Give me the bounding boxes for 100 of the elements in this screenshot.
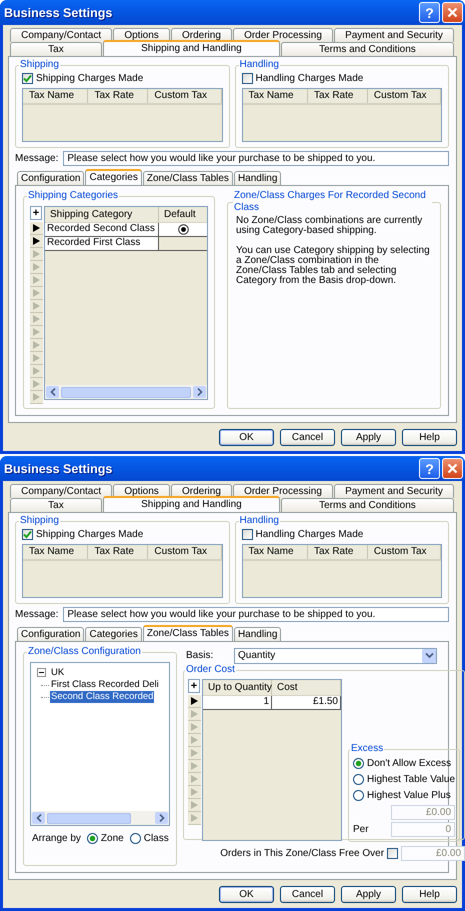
dialog-button[interactable]: Apply bbox=[341, 429, 396, 446]
message-label: Message: bbox=[15, 608, 58, 622]
tab[interactable]: Payment and Security bbox=[334, 28, 454, 42]
radio-button[interactable] bbox=[130, 833, 141, 844]
message-field[interactable]: Please select how you would like your purchase to be shipped to you. bbox=[63, 607, 449, 622]
column-header: Cost bbox=[272, 680, 341, 695]
close-icon bbox=[447, 7, 458, 18]
radio-button[interactable] bbox=[353, 790, 364, 800]
horizontal-scrollbar[interactable] bbox=[31, 811, 169, 825]
scroll-thumb[interactable] bbox=[47, 812, 131, 824]
dialog-button[interactable]: OK bbox=[219, 429, 274, 446]
close-button[interactable] bbox=[442, 458, 463, 479]
check-icon bbox=[23, 74, 32, 82]
table-cell[interactable]: £1.50 bbox=[272, 696, 341, 709]
row-selector[interactable] bbox=[30, 235, 43, 248]
tab[interactable]: Company/Contact bbox=[10, 28, 112, 42]
radio-button[interactable] bbox=[353, 774, 364, 784]
radio-label[interactable]: Don't Allow Excess bbox=[367, 758, 452, 768]
tab[interactable]: Shipping and Handling bbox=[102, 40, 280, 56]
help-button[interactable]: ? bbox=[419, 2, 440, 23]
checkbox-label[interactable]: Handling Charges Made bbox=[256, 528, 364, 540]
radio-button[interactable] bbox=[353, 758, 364, 768]
tab[interactable]: Categories bbox=[85, 627, 142, 641]
close-button[interactable] bbox=[442, 2, 463, 23]
checkbox-label[interactable]: Handling Charges Made bbox=[256, 72, 364, 84]
scroll-left-button[interactable] bbox=[32, 812, 45, 824]
dialog-button[interactable]: OK bbox=[219, 886, 274, 903]
default-cell[interactable] bbox=[159, 237, 207, 250]
collapse-toggle[interactable] bbox=[37, 668, 46, 677]
group-title: Shipping Categories bbox=[27, 190, 120, 202]
dialog-button[interactable]: Apply bbox=[341, 886, 396, 903]
checkbox[interactable] bbox=[22, 72, 33, 84]
scroll-thumb[interactable] bbox=[61, 386, 191, 398]
tree-item[interactable]: First Class Recorded Deli bbox=[50, 679, 160, 691]
column-header: Shipping Category bbox=[45, 207, 159, 222]
row-selector[interactable] bbox=[30, 222, 43, 235]
tab[interactable]: Handling bbox=[234, 171, 282, 185]
radio-label[interactable]: Highest Value Plus bbox=[367, 790, 451, 800]
tab[interactable]: Zone/Class Tables bbox=[142, 625, 233, 641]
add-row-button[interactable]: + bbox=[188, 679, 200, 693]
tab[interactable]: Order Processing bbox=[232, 28, 333, 42]
help-button[interactable]: ? bbox=[419, 458, 440, 479]
group-title: Zone/Class Charges For Recorded Second Class bbox=[233, 190, 427, 214]
message-field[interactable]: Please select how you would like your purchase to be shipped to you. bbox=[63, 151, 449, 166]
free-over-label[interactable]: Orders in This Zone/Class Free Over bbox=[220, 848, 384, 859]
per-label: Per bbox=[353, 824, 369, 835]
scroll-left-button[interactable] bbox=[46, 386, 59, 398]
checkbox[interactable] bbox=[22, 528, 33, 540]
group-title: Shipping bbox=[19, 59, 60, 71]
dialog-button[interactable]: Help bbox=[402, 429, 457, 446]
horizontal-scrollbar[interactable] bbox=[45, 385, 207, 399]
row-selector[interactable] bbox=[188, 695, 201, 708]
tab[interactable]: Terms and Conditions bbox=[280, 498, 454, 512]
checkbox-label[interactable]: Shipping Charges Made bbox=[36, 72, 144, 84]
scroll-right-button[interactable] bbox=[193, 386, 206, 398]
chevron-right-icon bbox=[196, 388, 202, 396]
tab[interactable]: Handling bbox=[234, 627, 282, 641]
add-row-button[interactable]: + bbox=[30, 206, 42, 220]
checkbox[interactable] bbox=[387, 848, 398, 859]
radio-label[interactable]: Class bbox=[144, 833, 169, 844]
column-header: Tax Rate bbox=[88, 89, 148, 103]
column-header: Default bbox=[163, 208, 197, 222]
tree-item[interactable]: Second Class Recorded bbox=[50, 691, 154, 703]
check-icon bbox=[23, 530, 32, 538]
chevron-left-icon bbox=[36, 814, 42, 822]
window-title: Business Settings bbox=[4, 462, 114, 476]
tab[interactable]: Zone/Class Tables bbox=[142, 171, 233, 185]
info-text: You can use Category shipping by selecting a Zone/Class combination in the Zone/Class Tables tab and selecting Category from the Basis drop-down. bbox=[236, 246, 431, 286]
tab[interactable]: Shipping and Handling bbox=[102, 496, 280, 512]
chevron-down-icon bbox=[424, 652, 434, 659]
tab[interactable]: Payment and Security bbox=[334, 484, 454, 498]
tab[interactable]: Configuration bbox=[17, 171, 84, 185]
checkbox-label[interactable]: Shipping Charges Made bbox=[36, 528, 144, 540]
tab[interactable]: Terms and Conditions bbox=[280, 42, 454, 56]
tab[interactable]: Categories bbox=[85, 169, 142, 185]
tree-item[interactable]: UK bbox=[50, 666, 66, 678]
group-title: Excess bbox=[350, 743, 384, 755]
info-text: No Zone/Class combinations are currently using Category-based shipping. bbox=[236, 216, 424, 236]
radio-label[interactable]: Highest Table Value bbox=[367, 774, 456, 784]
radio-label[interactable]: Zone bbox=[100, 833, 124, 844]
radio-button[interactable] bbox=[86, 833, 98, 844]
tab[interactable]: Company/Contact bbox=[10, 484, 112, 498]
tab[interactable]: Tax bbox=[10, 42, 102, 56]
checkbox[interactable] bbox=[242, 528, 252, 540]
scroll-right-button[interactable] bbox=[155, 812, 168, 824]
column-header: Custom Tax bbox=[148, 545, 222, 559]
dialog-button[interactable]: Cancel bbox=[280, 886, 335, 903]
basis-dropdown[interactable]: Quantity bbox=[234, 648, 438, 664]
close-icon bbox=[447, 463, 458, 474]
tab[interactable]: Configuration bbox=[17, 627, 84, 641]
column-header: Tax Name bbox=[23, 545, 88, 559]
tab[interactable]: Tax bbox=[10, 498, 102, 512]
dialog-button[interactable]: Help bbox=[402, 886, 457, 903]
tab[interactable]: Order Processing bbox=[232, 484, 333, 498]
dialog-button[interactable]: Cancel bbox=[280, 429, 335, 446]
table-cell[interactable]: 1 bbox=[203, 696, 272, 709]
column-header: Up to Quantity bbox=[203, 680, 272, 695]
checkbox[interactable] bbox=[242, 72, 252, 84]
group-title: Handling bbox=[238, 515, 280, 527]
group-title: Zone/Class Configuration bbox=[27, 646, 142, 658]
